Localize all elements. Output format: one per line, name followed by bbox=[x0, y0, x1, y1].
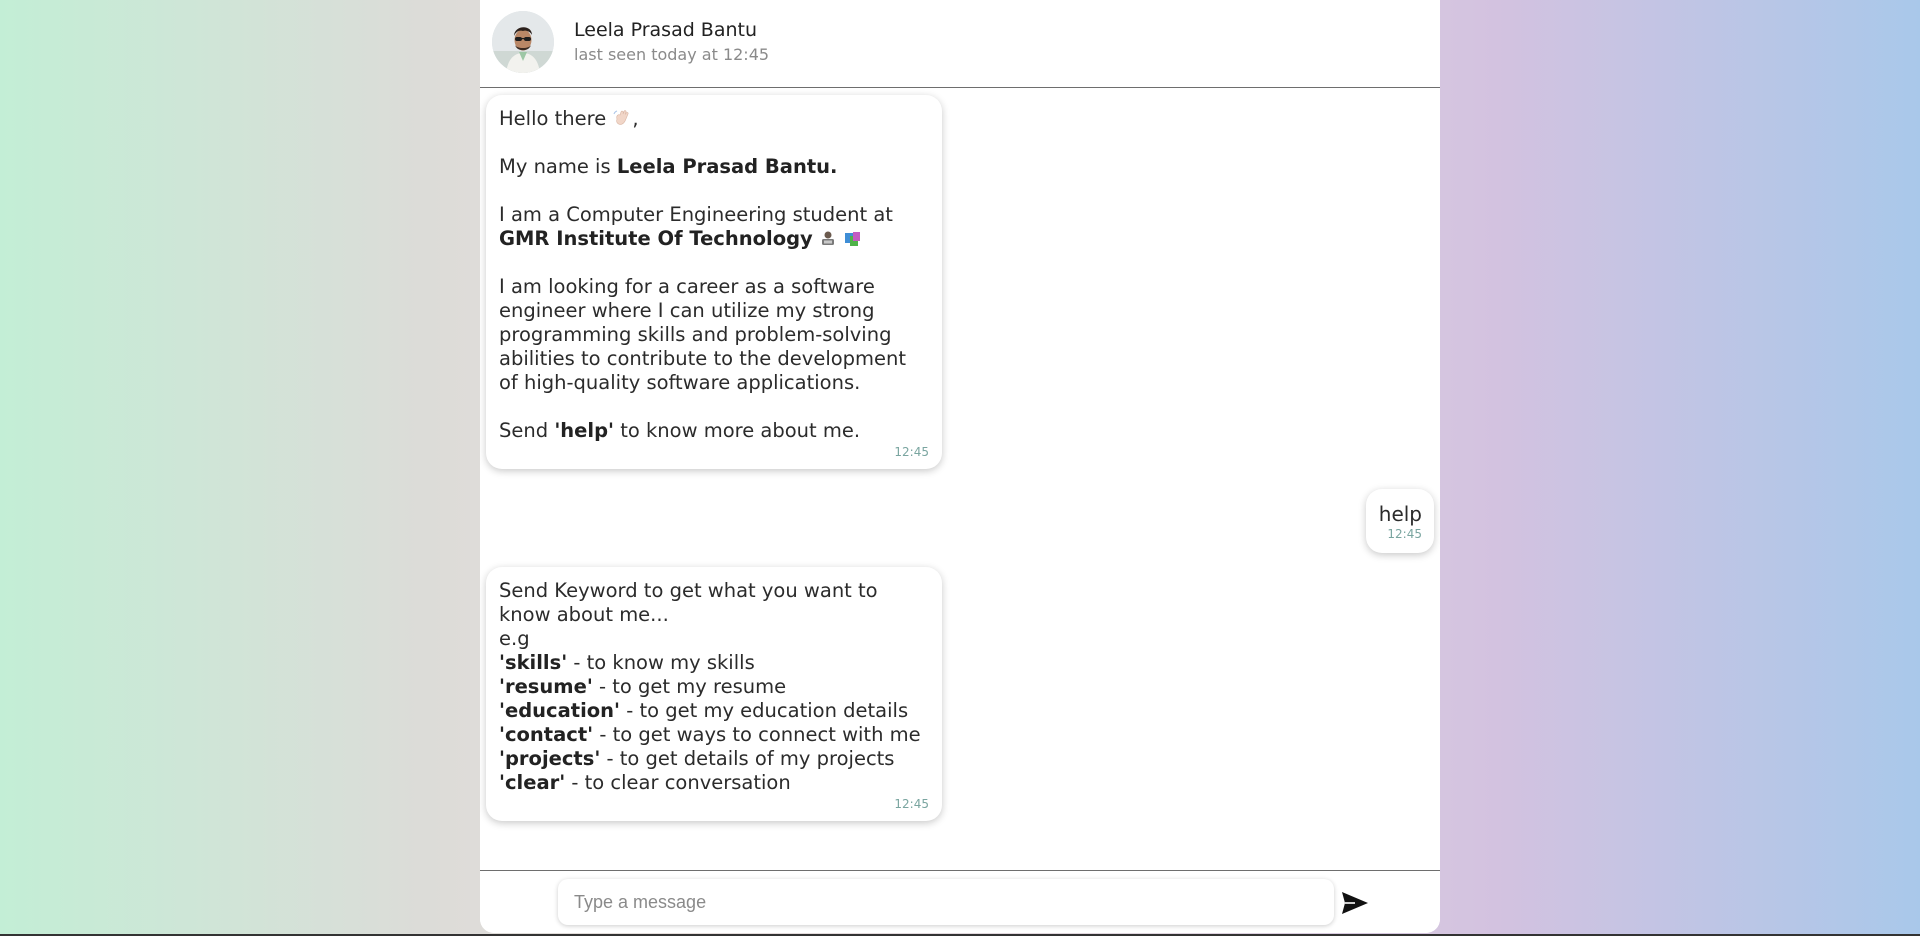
help-hint-line: Send 'help' to know more about me. bbox=[499, 419, 929, 443]
contact-name: Leela Prasad Bantu bbox=[574, 19, 758, 41]
keyword: 'contact' bbox=[499, 723, 594, 746]
college-name: GMR Institute Of Technology bbox=[499, 227, 813, 250]
greeting-suffix: , bbox=[632, 107, 639, 130]
keyword: 'education' bbox=[499, 699, 621, 722]
message-time: 12:45 bbox=[894, 445, 929, 459]
send-prefix: Send bbox=[499, 419, 555, 442]
keyword-desc: - to get my education details bbox=[620, 699, 909, 722]
avatar-photo-icon bbox=[492, 11, 554, 73]
help-intro-line: Send Keyword to get what you want to kno… bbox=[499, 579, 878, 626]
keyword-item: 'contact' - to get ways to connect with … bbox=[499, 723, 929, 747]
keyword-desc: - to get details of my projects bbox=[600, 747, 895, 770]
chat-window: Leela Prasad Bantu last seen today at 12… bbox=[480, 0, 1440, 933]
outgoing-text: help bbox=[1378, 502, 1422, 526]
keyword-desc: - to get ways to connect with me bbox=[593, 723, 921, 746]
technologist-icon bbox=[821, 231, 834, 245]
send-button[interactable] bbox=[1338, 886, 1372, 920]
composer-bar bbox=[480, 870, 1440, 933]
keyword-item: 'resume' - to get my resume bbox=[499, 675, 929, 699]
keyword-item: 'education' - to get my education detail… bbox=[499, 699, 929, 723]
message-time: 12:45 bbox=[1387, 527, 1422, 541]
name-line: My name is Leela Prasad Bantu. bbox=[499, 155, 929, 179]
name-bold: Leela Prasad Bantu. bbox=[616, 155, 838, 178]
career-line: I am looking for a career as a software … bbox=[499, 275, 907, 394]
keyword-desc: - to clear conversation bbox=[565, 771, 791, 794]
message-input-wrapper bbox=[558, 879, 1334, 925]
keyword-item: 'clear' - to clear conversation bbox=[499, 771, 929, 795]
avatar[interactable] bbox=[492, 11, 554, 73]
outgoing-message-help: help 12:45 bbox=[1366, 489, 1434, 553]
incoming-message-help: Send Keyword to get what you want to kno… bbox=[486, 567, 942, 821]
keyword-desc: - to know my skills bbox=[567, 651, 755, 674]
keyword: 'resume' bbox=[499, 675, 593, 698]
message-time: 12:45 bbox=[894, 797, 929, 811]
keyword-item: 'projects' - to get details of my projec… bbox=[499, 747, 929, 771]
help-keyword: 'help' bbox=[554, 419, 615, 442]
student-line: I am a Computer Engineering student at G… bbox=[499, 203, 929, 251]
help-eg: e.g bbox=[499, 627, 530, 650]
keyword-item: 'skills' - to know my skills bbox=[499, 651, 929, 675]
keyword: 'skills' bbox=[499, 651, 568, 674]
message-input[interactable] bbox=[558, 879, 1334, 925]
keyword: 'clear' bbox=[499, 771, 566, 794]
greeting-text: Hello there bbox=[499, 107, 607, 130]
chat-header: Leela Prasad Bantu last seen today at 12… bbox=[480, 0, 1440, 88]
keyword: 'projects' bbox=[499, 747, 601, 770]
incoming-message-intro: Hello there , My name is Leela Prasad Ba… bbox=[486, 95, 942, 469]
send-icon bbox=[1342, 892, 1368, 914]
waving-hand-icon bbox=[613, 110, 629, 125]
greeting-line: Hello there , bbox=[499, 107, 929, 131]
name-prefix: My name is bbox=[499, 155, 617, 178]
last-seen-status: last seen today at 12:45 bbox=[574, 45, 770, 64]
send-suffix: to know more about me. bbox=[614, 419, 861, 442]
message-list[interactable]: Hello there , My name is Leela Prasad Ba… bbox=[480, 88, 1440, 870]
student-text: I am a Computer Engineering student at bbox=[499, 203, 893, 226]
books-icon bbox=[845, 232, 861, 246]
keyword-desc: - to get my resume bbox=[592, 675, 787, 698]
